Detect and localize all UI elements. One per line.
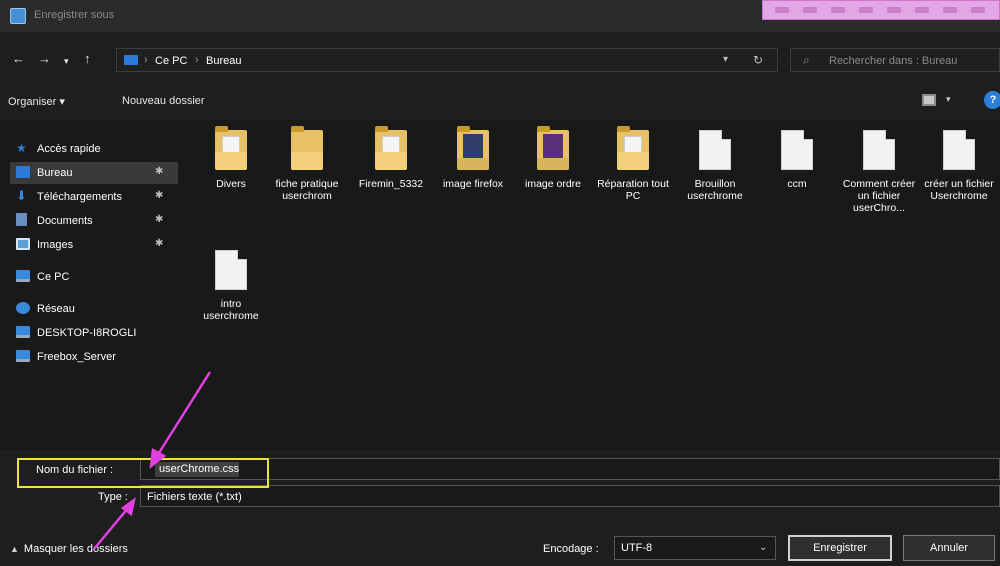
pin-icon[interactable]: ✱ bbox=[155, 238, 163, 249]
computer-icon bbox=[16, 270, 30, 282]
sidebar-item-quick-access[interactable]: ★ Accès rapide bbox=[16, 138, 176, 160]
encoding-label: Encodage : bbox=[543, 543, 599, 555]
images-icon bbox=[16, 238, 30, 250]
type-label: Type : bbox=[98, 491, 128, 503]
desktop-folder-icon bbox=[16, 166, 30, 178]
chevron-down-icon[interactable]: ▾ bbox=[723, 54, 728, 65]
file-item-fiche-pratique[interactable]: fiche pratique userchrom bbox=[268, 120, 346, 230]
file-item-brouillon[interactable]: Brouillon userchrome bbox=[676, 120, 754, 230]
cancel-button[interactable]: Annuler bbox=[903, 535, 995, 561]
back-arrow-icon[interactable]: ← bbox=[12, 52, 25, 66]
computer-icon bbox=[16, 350, 30, 362]
filename-highlight-box bbox=[17, 458, 269, 488]
file-type-select[interactable]: Fichiers texte (*.txt) bbox=[140, 485, 1000, 507]
computer-icon bbox=[16, 326, 30, 338]
encoding-select[interactable]: UTF-8 ⌄ bbox=[614, 536, 776, 560]
sidebar-item-desktop[interactable]: Bureau ✱ bbox=[10, 162, 178, 184]
app-icon bbox=[10, 8, 26, 24]
this-pc-icon bbox=[124, 55, 138, 65]
recent-locations-icon[interactable]: ▾ bbox=[64, 54, 69, 68]
address-bar[interactable]: › Ce PC › Bureau ▾ ↻ bbox=[116, 48, 778, 72]
file-item-ccm[interactable]: ccm bbox=[758, 120, 836, 230]
pin-icon[interactable]: ✱ bbox=[155, 214, 163, 225]
text-file-icon bbox=[781, 130, 813, 170]
up-arrow-icon[interactable]: ↑ bbox=[84, 52, 91, 66]
folder-icon bbox=[617, 126, 649, 170]
file-item-image-ordre[interactable]: image ordre bbox=[514, 120, 592, 230]
view-dropdown-icon[interactable]: ▾ bbox=[946, 94, 951, 105]
folder-icon bbox=[291, 126, 323, 170]
title-bar: Enregistrer sous bbox=[0, 0, 1000, 32]
star-icon: ★ bbox=[16, 141, 27, 155]
file-list: Divers fiche pratique userchrom Firemin_… bbox=[180, 120, 1000, 450]
filename-input[interactable] bbox=[141, 459, 999, 479]
breadcrumb-desktop[interactable]: Bureau bbox=[206, 55, 241, 67]
new-folder-button[interactable]: Nouveau dossier bbox=[122, 95, 205, 107]
text-file-icon bbox=[863, 130, 895, 170]
file-item-firemin[interactable]: Firemin_5332 bbox=[352, 120, 430, 230]
window-title: Enregistrer sous bbox=[34, 9, 115, 21]
folder-icon bbox=[215, 126, 247, 170]
sidebar-item-documents[interactable]: Documents ✱ bbox=[16, 210, 176, 232]
file-item-creer-un-fichier[interactable]: créer un fichier Userchrome bbox=[920, 120, 1000, 230]
sidebar-item-desktop-i8rogli[interactable]: DESKTOP-I8ROGLI bbox=[16, 322, 176, 344]
address-row: ← → ▾ ↑ › Ce PC › Bureau ▾ ↻ ⌕ Recherche… bbox=[0, 32, 1000, 84]
sidebar-item-images[interactable]: Images ✱ bbox=[16, 234, 176, 256]
sidebar-item-network[interactable]: Réseau bbox=[16, 298, 176, 320]
folder-image-icon bbox=[537, 126, 569, 170]
text-file-icon bbox=[699, 130, 731, 170]
chevron-down-icon: ⌄ bbox=[759, 542, 768, 553]
hide-folders-toggle[interactable]: ▲ Masquer les dossiers bbox=[10, 543, 128, 555]
documents-icon bbox=[16, 213, 27, 226]
text-file-icon bbox=[215, 250, 247, 290]
text-file-icon bbox=[943, 130, 975, 170]
breadcrumb-this-pc[interactable]: Ce PC bbox=[155, 55, 187, 67]
search-input[interactable]: ⌕ Rechercher dans : Bureau bbox=[790, 48, 1000, 72]
folder-icon bbox=[375, 126, 407, 170]
help-icon[interactable]: ? bbox=[984, 91, 1000, 109]
view-options-icon[interactable] bbox=[922, 94, 936, 106]
organize-menu[interactable]: Organiser ▾ bbox=[8, 95, 65, 108]
file-item-intro-userchrome[interactable]: intro userchrome bbox=[192, 240, 270, 350]
save-form: Nom du fichier : Type : Fichiers texte (… bbox=[0, 450, 1000, 566]
file-item-image-firefox[interactable]: image firefox bbox=[434, 120, 512, 230]
forward-arrow-icon[interactable]: → bbox=[38, 52, 51, 66]
background-window-strip bbox=[762, 0, 1000, 20]
search-placeholder: Rechercher dans : Bureau bbox=[829, 55, 958, 67]
file-item-divers[interactable]: Divers bbox=[192, 120, 270, 230]
sidebar-item-freebox-server[interactable]: Freebox_Server bbox=[16, 346, 176, 368]
file-item-reparation[interactable]: Réparation tout PC bbox=[594, 120, 672, 230]
pin-icon[interactable]: ✱ bbox=[155, 190, 163, 201]
navigation-pane: ★ Accès rapide Bureau ✱ ⬇ Téléchargement… bbox=[0, 120, 180, 450]
save-button[interactable]: Enregistrer bbox=[788, 535, 892, 561]
command-bar: Organiser ▾ Nouveau dossier ▾ ? bbox=[0, 84, 1000, 120]
search-icon: ⌕ bbox=[803, 53, 810, 67]
network-icon bbox=[16, 302, 30, 314]
chevron-up-icon: ▲ bbox=[10, 544, 19, 554]
folder-image-icon bbox=[457, 126, 489, 170]
pin-icon[interactable]: ✱ bbox=[155, 166, 163, 177]
sidebar-item-downloads[interactable]: ⬇ Téléchargements ✱ bbox=[16, 186, 176, 208]
filename-field[interactable] bbox=[140, 458, 1000, 480]
file-item-comment-creer[interactable]: Comment créer un fichier userChro... bbox=[840, 120, 918, 230]
refresh-icon[interactable]: ↻ bbox=[753, 53, 763, 67]
sidebar-item-this-pc[interactable]: Ce PC bbox=[16, 266, 176, 288]
download-icon: ⬇ bbox=[16, 188, 27, 203]
